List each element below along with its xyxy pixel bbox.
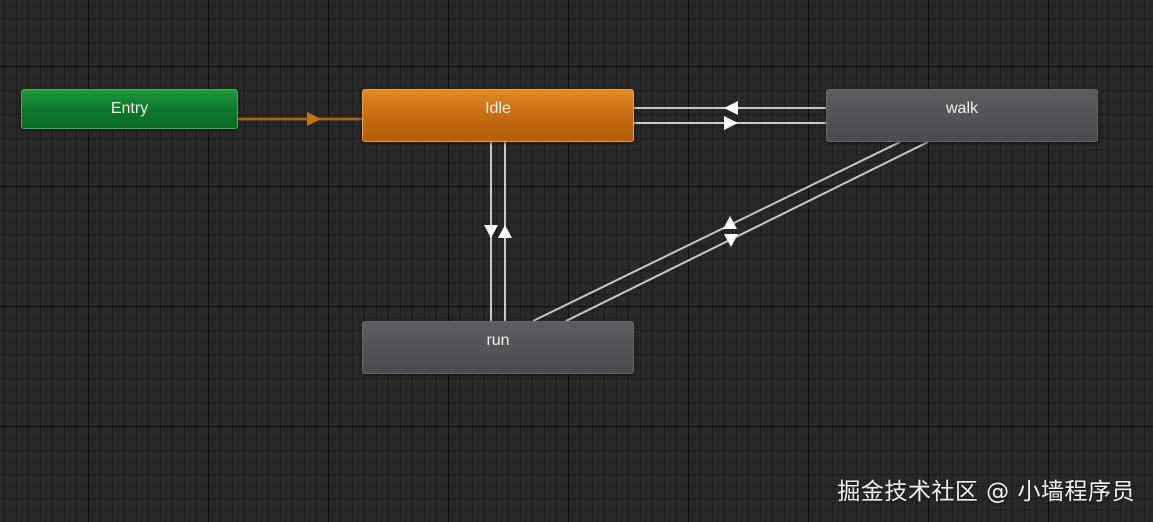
transition-idle-to-run[interactable] (484, 142, 498, 321)
animator-graph-canvas[interactable]: Entry Idle walk run 掘金技术社区 @ 小墙程序员 (0, 0, 1153, 522)
state-label: Idle (485, 100, 511, 117)
transition-run-to-idle[interactable] (498, 142, 512, 321)
transition-arrow-icon (307, 112, 321, 126)
transition-arrow-icon (724, 116, 738, 130)
transition-run-to-walk[interactable] (532, 141, 901, 322)
transitions-layer (238, 101, 929, 322)
transition-arrow-icon (724, 101, 738, 115)
state-label: run (486, 332, 510, 349)
transition-arrow-icon (498, 225, 512, 238)
transition-arrow-icon (484, 225, 498, 238)
transition-arrow-icon (724, 234, 738, 247)
state-label: Entry (110, 100, 149, 117)
state-node-walk[interactable]: walk (826, 89, 1098, 142)
state-node-run[interactable]: run (362, 321, 634, 374)
transition-idle-to-walk[interactable] (634, 116, 826, 130)
state-node-entry[interactable]: Entry (21, 89, 238, 129)
state-label: walk (945, 100, 978, 117)
transition-entry-to-idle[interactable] (238, 112, 362, 126)
state-node-idle[interactable]: Idle (362, 89, 634, 142)
transition-walk-to-run[interactable] (565, 141, 929, 322)
watermark: 掘金技术社区 @ 小墙程序员 (837, 479, 1135, 505)
transition-walk-to-idle[interactable] (634, 101, 826, 115)
